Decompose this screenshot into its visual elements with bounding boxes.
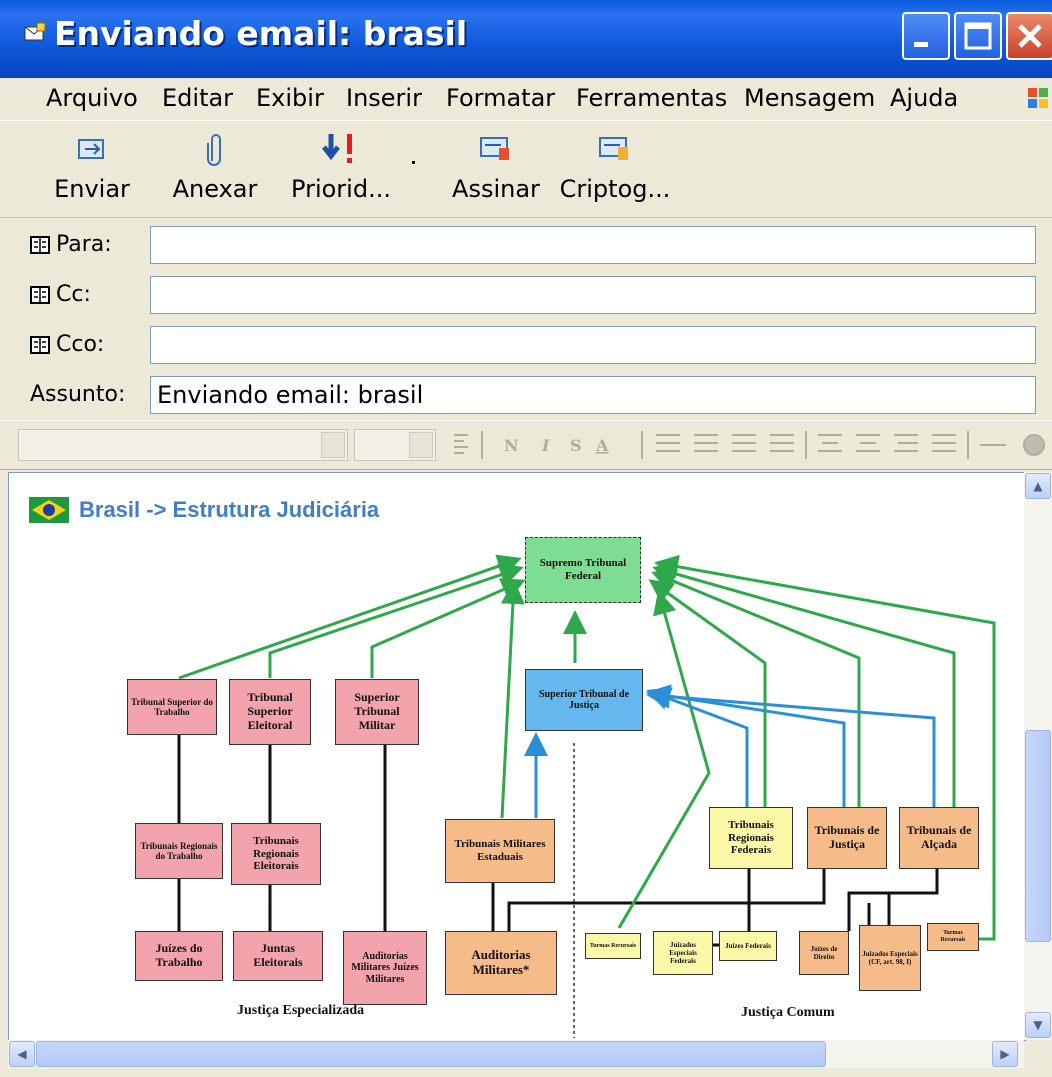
scroll-left-button[interactable]: ◀: [9, 1041, 35, 1067]
paperclip-icon: [207, 134, 221, 166]
close-icon: [1018, 24, 1042, 48]
title-bar[interactable]: Enviando email: brasil: [0, 0, 1052, 78]
menu-ferramentas[interactable]: Ferramentas: [576, 84, 727, 112]
font-select[interactable]: [18, 429, 348, 461]
to-label[interactable]: Para:: [30, 232, 112, 257]
menu-exibir[interactable]: Exibir: [256, 84, 324, 112]
scroll-up-button[interactable]: ▲: [1025, 473, 1051, 499]
send-button[interactable]: Enviar: [50, 131, 134, 203]
format-buttons[interactable]: N I SA: [446, 427, 1052, 463]
tj-box: Tribunais de Justiça: [807, 807, 887, 869]
priority-button[interactable]: Priorid...: [286, 131, 396, 203]
bcc-field[interactable]: [150, 326, 1036, 364]
jd-box: Juízes de Direito: [799, 931, 849, 975]
svg-text:S: S: [570, 436, 582, 455]
tr-box: Turmas Recursais: [927, 923, 979, 951]
horizontal-scroll-thumb[interactable]: [36, 1041, 826, 1067]
attach-button[interactable]: Anexar: [170, 131, 260, 203]
ta-box: Tribunais de Alçada: [899, 807, 979, 869]
tse-box: Tribunal Superior Eleitoral: [229, 679, 311, 745]
jf-box: Juízes Federais: [719, 931, 777, 961]
encrypt-button[interactable]: Criptog...: [556, 131, 674, 203]
vertical-scroll-thumb[interactable]: [1025, 730, 1051, 942]
font-size-select[interactable]: [354, 429, 436, 461]
maximize-icon: [964, 22, 992, 50]
je-box: Juntas Eleitorais: [233, 931, 323, 981]
minimize-button[interactable]: [902, 12, 950, 60]
to-field[interactable]: [150, 226, 1036, 264]
scroll-down-button[interactable]: ▼: [1025, 1012, 1051, 1038]
menu-bar: Arquivo Editar Exibir Inserir Formatar F…: [0, 78, 1052, 121]
horizontal-scrollbar[interactable]: ◀ ▶: [8, 1040, 1024, 1068]
scroll-right-button[interactable]: ▶: [992, 1041, 1018, 1067]
stj-box: Superior Tribunal de Justiça: [525, 669, 643, 731]
stm-box: Superior Tribunal Militar: [335, 679, 419, 745]
formatting-toolbar: N I SA: [0, 420, 1052, 470]
am-box: Auditorias Militares Juízes Militares: [343, 931, 427, 1005]
windows-logo-icon: [1028, 88, 1048, 108]
svg-text:A: A: [595, 436, 609, 455]
subject-field[interactable]: Enviando email: brasil: [150, 376, 1036, 414]
tme-box: Tribunais Militares Estaduais: [445, 819, 555, 883]
tre-box: Tribunais Regionais Eleitorais: [231, 823, 321, 885]
svg-text:N: N: [504, 436, 519, 455]
envelope-icon: [24, 22, 46, 41]
stf-box: Supremo Tribunal Federal: [525, 537, 641, 603]
toolbar: Enviar Anexar Priorid... Assinar Criptog…: [0, 121, 1052, 218]
menu-ajuda[interactable]: Ajuda: [890, 84, 958, 112]
trf-box: Tribunais Regionais Federais: [709, 807, 793, 869]
menu-formatar[interactable]: Formatar: [446, 84, 555, 112]
priority-dropdown[interactable]: [404, 131, 424, 167]
address-book-icon: [30, 285, 50, 304]
encrypt-icon: [599, 137, 628, 160]
chevron-down-icon: [412, 161, 415, 164]
turmas-recursais-federais-box: Turmas Recursais: [585, 933, 641, 959]
caption-left: Justiça Especializada: [237, 1003, 365, 1018]
svg-text:I: I: [541, 436, 550, 455]
close-button[interactable]: [1006, 12, 1052, 60]
window-title: Enviando email: brasil: [54, 14, 468, 53]
compose-window: Enviando email: brasil Arquivo Editar Ex…: [0, 0, 1052, 1077]
menu-inserir[interactable]: Inserir: [346, 84, 422, 112]
subject-label: Assunto:: [30, 382, 126, 407]
address-book-icon: [30, 335, 50, 354]
menu-mensagem[interactable]: Mensagem: [744, 84, 875, 112]
tst-box: Tribunal Superior do Trabalho: [127, 679, 217, 735]
menu-arquivo[interactable]: Arquivo: [46, 84, 138, 112]
trt-box: Tribunais Regionais do Trabalho: [135, 823, 223, 879]
send-icon: [78, 139, 104, 159]
jef-box: Juizados Especiais Federais: [653, 931, 713, 975]
chevron-down-icon[interactable]: [409, 432, 433, 458]
chevron-down-icon[interactable]: [321, 432, 345, 458]
jt-box: Juízes do Trabalho: [135, 931, 223, 981]
sign-button[interactable]: Assinar: [448, 131, 544, 203]
vertical-scrollbar[interactable]: ▲ ▼: [1024, 472, 1052, 1040]
jesp-box: Juizados Especiais (CF, art. 98, I): [859, 925, 921, 991]
ame-box: Auditorias Militares*: [445, 931, 557, 995]
address-book-icon: [30, 235, 50, 254]
maximize-button[interactable]: [954, 12, 1002, 60]
minimize-icon: [914, 42, 928, 47]
caption-right: Justiça Comum: [741, 1005, 835, 1020]
cc-label[interactable]: Cc:: [30, 282, 91, 307]
bcc-label[interactable]: Cco:: [30, 332, 104, 357]
sign-icon: [480, 137, 509, 160]
message-body[interactable]: Brasil -> Estrutura Judiciária Supremo T…: [8, 472, 1026, 1041]
menu-editar[interactable]: Editar: [162, 84, 233, 112]
cc-field[interactable]: [150, 276, 1036, 314]
priority-icon: [322, 134, 352, 163]
